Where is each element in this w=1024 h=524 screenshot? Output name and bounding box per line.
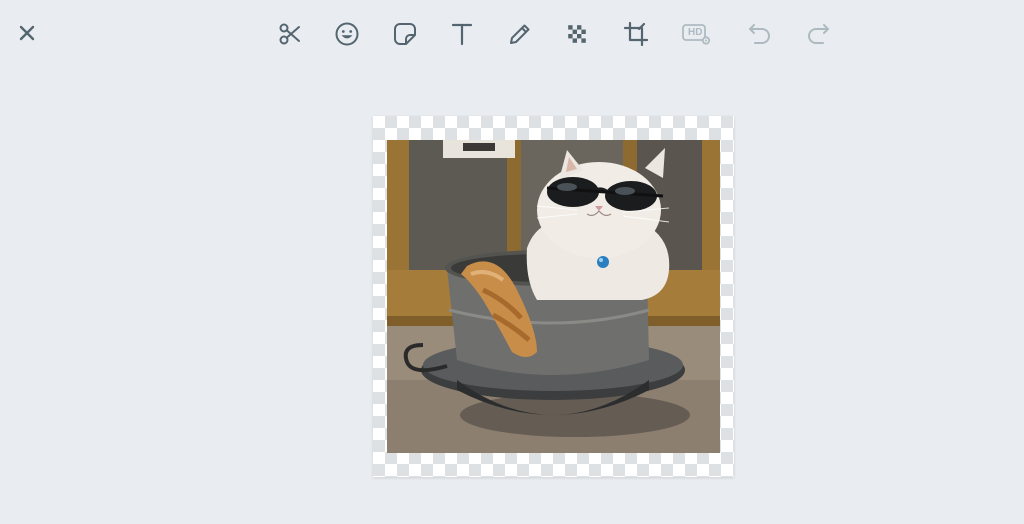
cat-in-pot-image [387,140,720,453]
crop-icon [623,21,649,47]
editor-toolbar: HD [0,14,1024,54]
hd-label: HD [688,27,703,38]
pencil-icon [510,24,530,44]
text-icon [451,23,473,46]
hd-quality-button[interactable]: HD [681,18,713,50]
cut-tool-button[interactable] [274,18,306,50]
blur-tool-button[interactable] [561,18,593,50]
edited-photo[interactable] [387,140,720,453]
sticker-icon [394,23,416,45]
redo-button[interactable] [802,18,834,50]
sticker-tool-button[interactable] [389,18,421,50]
draw-tool-button[interactable] [504,18,536,50]
blur-icon [568,25,586,43]
text-tool-button[interactable] [446,18,478,50]
undo-button[interactable] [744,18,776,50]
scissors-icon [279,23,300,45]
redo-icon [808,24,829,44]
image-editor: HD [0,0,1024,524]
editor-canvas[interactable] [373,116,734,477]
emoji-tool-button[interactable] [331,18,363,50]
undo-icon [749,24,770,44]
crop-tool-button[interactable] [620,18,652,50]
emoji-icon [335,22,359,46]
